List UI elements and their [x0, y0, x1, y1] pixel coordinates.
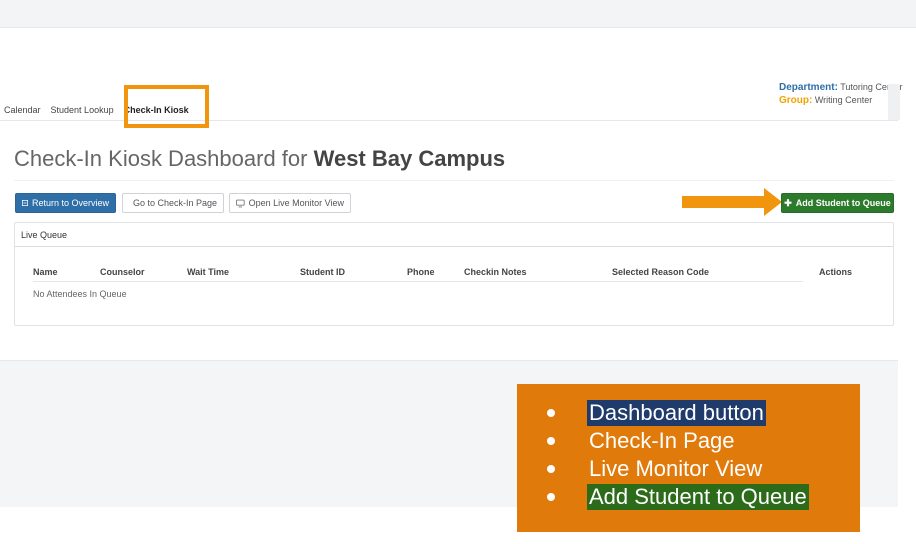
panel-title: Live Queue	[15, 223, 893, 247]
top-strip	[0, 0, 916, 28]
legend-text: Check-In Page	[589, 428, 735, 453]
col-phone: Phone	[407, 267, 435, 277]
bullet-icon	[547, 437, 555, 445]
add-label: Add Student to Queue	[795, 198, 891, 208]
go-to-check-in-page-button[interactable]: Go to Check-In Page	[122, 193, 224, 213]
legend-text: Add Student to Queue	[587, 484, 809, 510]
group-label: Group:	[779, 95, 813, 106]
legend-text: Dashboard button	[587, 400, 766, 426]
monitor-icon	[236, 199, 245, 207]
live-queue-panel: Live Queue Name Counselor Wait Time Stud…	[14, 222, 894, 326]
col-selected-reason-code: Selected Reason Code	[612, 267, 710, 277]
page-title-prefix: Check-In Kiosk Dashboard for	[14, 146, 308, 171]
legend-item: Add Student to Queue	[547, 484, 809, 510]
legend-item: Check-In Page	[547, 428, 737, 454]
col-counselor: Counselor	[100, 267, 145, 277]
department-label: Department:	[779, 82, 838, 93]
title-divider	[14, 180, 894, 181]
legend-text: Live Monitor View	[589, 456, 763, 481]
return-label: Return to Overview	[31, 198, 109, 208]
tab-calendar[interactable]: Calendar	[0, 100, 46, 120]
page-title: Check-In Kiosk Dashboard for West Bay Ca…	[14, 146, 505, 172]
col-actions: Actions	[819, 267, 853, 277]
add-student-to-queue-button[interactable]: ✚ Add Student to Queue	[781, 193, 894, 213]
col-wait-time: Wait Time	[187, 267, 230, 277]
checkin-label: Go to Check-In Page	[133, 198, 218, 208]
group-value: Writing Center	[814, 95, 873, 105]
monitor-label: Open Live Monitor View	[248, 198, 344, 208]
minus-square-icon	[22, 200, 28, 206]
page-title-campus: West Bay Campus	[313, 146, 506, 171]
legend-item: Live Monitor View	[547, 456, 764, 482]
right-edge-panel	[888, 84, 900, 120]
tab-student-lookup[interactable]: Student Lookup	[46, 100, 119, 120]
arrow-pointer-icon	[682, 188, 782, 216]
bullet-icon	[547, 465, 555, 473]
table-header-divider	[33, 281, 803, 282]
col-checkin-notes: Checkin Notes	[464, 267, 527, 277]
empty-queue-message: No Attendees In Queue	[33, 289, 127, 299]
open-live-monitor-view-button[interactable]: Open Live Monitor View	[229, 193, 351, 213]
legend-item: Dashboard button	[547, 400, 766, 426]
col-student-id: Student ID	[300, 267, 345, 277]
col-name: Name	[33, 267, 58, 277]
bullet-icon	[547, 493, 555, 501]
tab-highlight-box	[124, 85, 209, 128]
annotation-legend: Dashboard button Check-In Page Live Moni…	[517, 384, 860, 532]
return-to-overview-button[interactable]: Return to Overview	[15, 193, 116, 213]
plus-icon: ✚	[784, 198, 792, 208]
bullet-icon	[547, 409, 555, 417]
